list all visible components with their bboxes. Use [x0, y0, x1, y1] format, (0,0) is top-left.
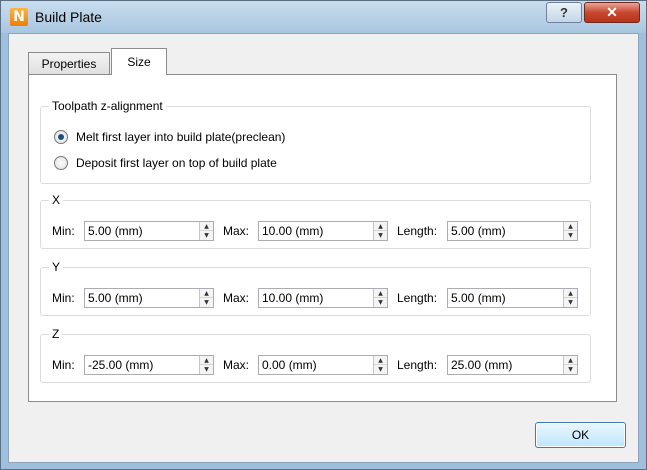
min-label: Min:: [52, 291, 75, 305]
spin-buttons: ▲ ▼: [373, 356, 387, 374]
spin-buttons: ▲ ▼: [199, 222, 213, 240]
y-axis-legend: Y: [49, 260, 64, 274]
x-length-value: 5.00 (mm): [451, 224, 506, 238]
radio-button[interactable]: [54, 156, 68, 170]
y-length-value: 5.00 (mm): [451, 291, 506, 305]
spin-down-icon[interactable]: ▼: [200, 365, 213, 374]
x-length-spinbox[interactable]: 5.00 (mm) ▲ ▼: [447, 221, 578, 241]
spin-down-icon[interactable]: ▼: [564, 365, 577, 374]
option-label: Deposit first layer on top of build plat…: [76, 156, 277, 170]
spin-down-icon[interactable]: ▼: [564, 231, 577, 240]
max-label: Max:: [223, 291, 250, 305]
spin-down-icon[interactable]: ▼: [374, 298, 387, 307]
z-max-value: 0.00 (mm): [262, 358, 317, 372]
spin-buttons: ▲ ▼: [563, 289, 577, 307]
z-max-spinbox[interactable]: 0.00 (mm) ▲ ▼: [258, 355, 388, 375]
spin-buttons: ▲ ▼: [199, 289, 213, 307]
y-max-spinbox[interactable]: 10.00 (mm) ▲ ▼: [258, 288, 388, 308]
build-plate-dialog: N Build Plate ? ✕ Properties Size Toolpa…: [0, 0, 647, 470]
spin-up-icon[interactable]: ▲: [564, 289, 577, 298]
spin-up-icon[interactable]: ▲: [374, 222, 387, 231]
z-length-spinbox[interactable]: 25.00 (mm) ▲ ▼: [447, 355, 578, 375]
size-tab-panel: Toolpath z-alignment Melt first layer in…: [28, 74, 617, 402]
z-min-spinbox[interactable]: -25.00 (mm) ▲ ▼: [84, 355, 214, 375]
spin-down-icon[interactable]: ▼: [564, 298, 577, 307]
x-min-value: 5.00 (mm): [88, 224, 143, 238]
title-bar: N Build Plate ? ✕: [1, 1, 646, 33]
spin-up-icon[interactable]: ▲: [200, 289, 213, 298]
tab-size[interactable]: Size: [111, 48, 167, 75]
z-axis-legend: Z: [49, 327, 63, 341]
z-min-value: -25.00 (mm): [88, 358, 154, 372]
spin-buttons: ▲ ▼: [563, 222, 577, 240]
length-label: Length:: [397, 291, 438, 305]
spin-buttons: ▲ ▼: [373, 289, 387, 307]
spin-up-icon[interactable]: ▲: [200, 222, 213, 231]
spin-up-icon[interactable]: ▲: [374, 356, 387, 365]
window-title: Build Plate: [35, 9, 102, 25]
y-min-spinbox[interactable]: 5.00 (mm) ▲ ▼: [84, 288, 214, 308]
option-label: Melt first layer into build plate(precle…: [76, 130, 286, 144]
option-deposit-first-layer[interactable]: Deposit first layer on top of build plat…: [54, 154, 384, 172]
spin-down-icon[interactable]: ▼: [374, 231, 387, 240]
y-max-value: 10.00 (mm): [262, 291, 324, 305]
x-axis-legend: X: [49, 193, 64, 207]
z-length-value: 25.00 (mm): [451, 358, 513, 372]
y-length-spinbox[interactable]: 5.00 (mm) ▲ ▼: [447, 288, 578, 308]
ok-button[interactable]: OK: [535, 422, 626, 448]
length-label: Length:: [397, 224, 438, 238]
tab-properties[interactable]: Properties: [28, 52, 110, 76]
min-label: Min:: [52, 358, 75, 372]
z-axis-group: Z Min: -25.00 (mm) ▲ ▼ Max: 0.00 (mm) ▲ …: [40, 327, 591, 383]
spin-down-icon[interactable]: ▼: [200, 298, 213, 307]
spin-buttons: ▲ ▼: [563, 356, 577, 374]
close-button[interactable]: ✕: [584, 2, 640, 23]
app-logo-icon: N: [10, 8, 28, 26]
radio-button-checked[interactable]: [54, 130, 68, 144]
spin-up-icon[interactable]: ▲: [564, 356, 577, 365]
spin-up-icon[interactable]: ▲: [200, 356, 213, 365]
z-alignment-group: Toolpath z-alignment Melt first layer in…: [40, 99, 591, 184]
option-melt-first-layer[interactable]: Melt first layer into build plate(precle…: [54, 128, 384, 146]
length-label: Length:: [397, 358, 438, 372]
x-min-spinbox[interactable]: 5.00 (mm) ▲ ▼: [84, 221, 214, 241]
x-max-spinbox[interactable]: 10.00 (mm) ▲ ▼: [258, 221, 388, 241]
y-axis-group: Y Min: 5.00 (mm) ▲ ▼ Max: 10.00 (mm) ▲ ▼: [40, 260, 591, 316]
y-min-value: 5.00 (mm): [88, 291, 143, 305]
x-max-value: 10.00 (mm): [262, 224, 324, 238]
spin-down-icon[interactable]: ▼: [374, 365, 387, 374]
help-button[interactable]: ?: [546, 2, 582, 23]
spin-buttons: ▲ ▼: [199, 356, 213, 374]
spin-buttons: ▲ ▼: [373, 222, 387, 240]
spin-up-icon[interactable]: ▲: [564, 222, 577, 231]
min-label: Min:: [52, 224, 75, 238]
spin-up-icon[interactable]: ▲: [374, 289, 387, 298]
x-axis-group: X Min: 5.00 (mm) ▲ ▼ Max: 10.00 (mm) ▲ ▼: [40, 193, 591, 249]
z-alignment-legend: Toolpath z-alignment: [49, 99, 166, 113]
max-label: Max:: [223, 224, 250, 238]
max-label: Max:: [223, 358, 250, 372]
spin-down-icon[interactable]: ▼: [200, 231, 213, 240]
dialog-client-area: Properties Size Toolpath z-alignment Mel…: [8, 33, 639, 463]
